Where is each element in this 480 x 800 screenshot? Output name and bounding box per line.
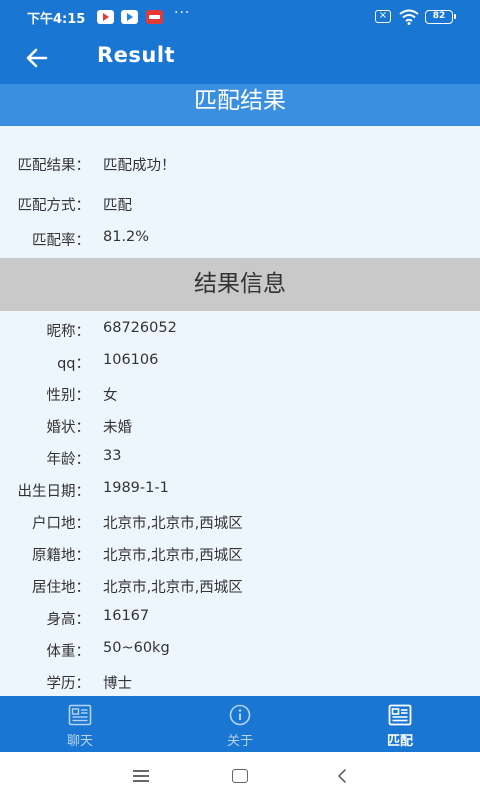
- nav-item-about[interactable]: 关于: [180, 696, 300, 752]
- more-notifications-icon: ···: [174, 5, 191, 21]
- row-label: 体重：: [46, 644, 91, 660]
- home-icon[interactable]: [232, 769, 248, 783]
- app-bar: Result: [0, 34, 480, 84]
- row-value: 北京市,北京市,西城区: [103, 580, 243, 596]
- row-label: 身高：: [46, 612, 91, 628]
- row-label: 户口地：: [32, 516, 90, 532]
- row-value: 106106: [103, 352, 159, 368]
- sim-off-icon: ×: [375, 10, 391, 23]
- gender-row: 性别： 女: [0, 384, 480, 406]
- battery-icon: 82: [425, 10, 456, 24]
- match-method-row: 匹配方式： 匹配: [0, 194, 480, 216]
- row-label: 原籍地：: [32, 548, 90, 564]
- news-icon: [388, 704, 412, 726]
- birth-date-row: 出生日期： 1989-1-1: [0, 480, 480, 502]
- recent-apps-icon[interactable]: [133, 770, 149, 782]
- age-row: 年龄： 33: [0, 448, 480, 470]
- news-icon: [68, 704, 92, 726]
- education-row: 学历： 博士: [0, 672, 480, 694]
- row-value: 北京市,北京市,西城区: [103, 548, 243, 564]
- row-value: 50~60kg: [103, 640, 170, 656]
- info-icon: [229, 704, 251, 726]
- row-label: 匹配率：: [32, 233, 90, 249]
- row-value: 未婚: [103, 420, 132, 436]
- notification-app-icon: [146, 10, 163, 24]
- row-value: 博士: [103, 676, 132, 692]
- status-bar: 下午4:15 ··· × 82: [0, 0, 480, 34]
- row-label: 匹配结果：: [17, 158, 91, 174]
- row-value: 匹配: [103, 198, 132, 214]
- row-value: 16167: [103, 608, 150, 624]
- row-label: qq：: [57, 356, 90, 372]
- native-place-row: 原籍地： 北京市,北京市,西城区: [0, 544, 480, 566]
- row-label: 年龄：: [46, 452, 91, 468]
- match-result-header: 匹配结果: [0, 84, 480, 126]
- nav-item-match[interactable]: 匹配: [340, 696, 460, 752]
- video-app-icon: [97, 10, 114, 24]
- result-content[interactable]: 匹配结果 匹配结果： 匹配成功！ 匹配方式： 匹配 匹配率： 81.2% 结果信…: [0, 84, 480, 696]
- residence-row: 居住地： 北京市,北京市,西城区: [0, 576, 480, 598]
- match-result-row: 匹配结果： 匹配成功！: [0, 154, 480, 176]
- household-registration-row: 户口地： 北京市,北京市,西城区: [0, 512, 480, 534]
- row-label: 性别：: [46, 388, 91, 404]
- row-value: 81.2%: [103, 229, 150, 245]
- nav-item-chat[interactable]: 聊天: [20, 696, 140, 752]
- marital-status-row: 婚状： 未婚: [0, 416, 480, 438]
- nickname-row: 昵称： 68726052: [0, 320, 480, 342]
- nav-label: 关于: [226, 734, 253, 749]
- weight-row: 体重： 50~60kg: [0, 640, 480, 662]
- row-value: 匹配成功！: [103, 158, 176, 174]
- qq-row: qq： 106106: [0, 352, 480, 374]
- bottom-nav: 聊天 关于 匹配: [0, 696, 480, 752]
- row-label: 婚状：: [46, 420, 91, 436]
- height-row: 身高： 16167: [0, 608, 480, 630]
- result-info-header: 结果信息: [0, 258, 480, 311]
- system-nav-bar: [0, 752, 480, 800]
- row-value: 68726052: [103, 320, 177, 336]
- back-arrow-icon[interactable]: [24, 45, 50, 71]
- row-label: 昵称：: [46, 324, 91, 340]
- row-label: 匹配方式：: [17, 198, 91, 214]
- row-value: 女: [103, 388, 118, 404]
- nav-label: 聊天: [66, 734, 93, 749]
- play-app-icon: [121, 10, 138, 24]
- status-time: 下午4:15: [27, 12, 86, 27]
- row-label: 居住地：: [32, 580, 90, 596]
- row-label: 出生日期：: [17, 484, 91, 500]
- wifi-icon: [399, 9, 419, 25]
- match-rate-row: 匹配率： 81.2%: [0, 229, 480, 251]
- page-title: Result: [97, 43, 176, 67]
- nav-label: 匹配: [386, 734, 413, 749]
- row-value: 33: [103, 448, 122, 464]
- system-back-icon[interactable]: [335, 768, 349, 784]
- row-label: 学历：: [46, 676, 91, 692]
- row-value: 北京市,北京市,西城区: [103, 516, 243, 532]
- row-value: 1989-1-1: [103, 480, 169, 496]
